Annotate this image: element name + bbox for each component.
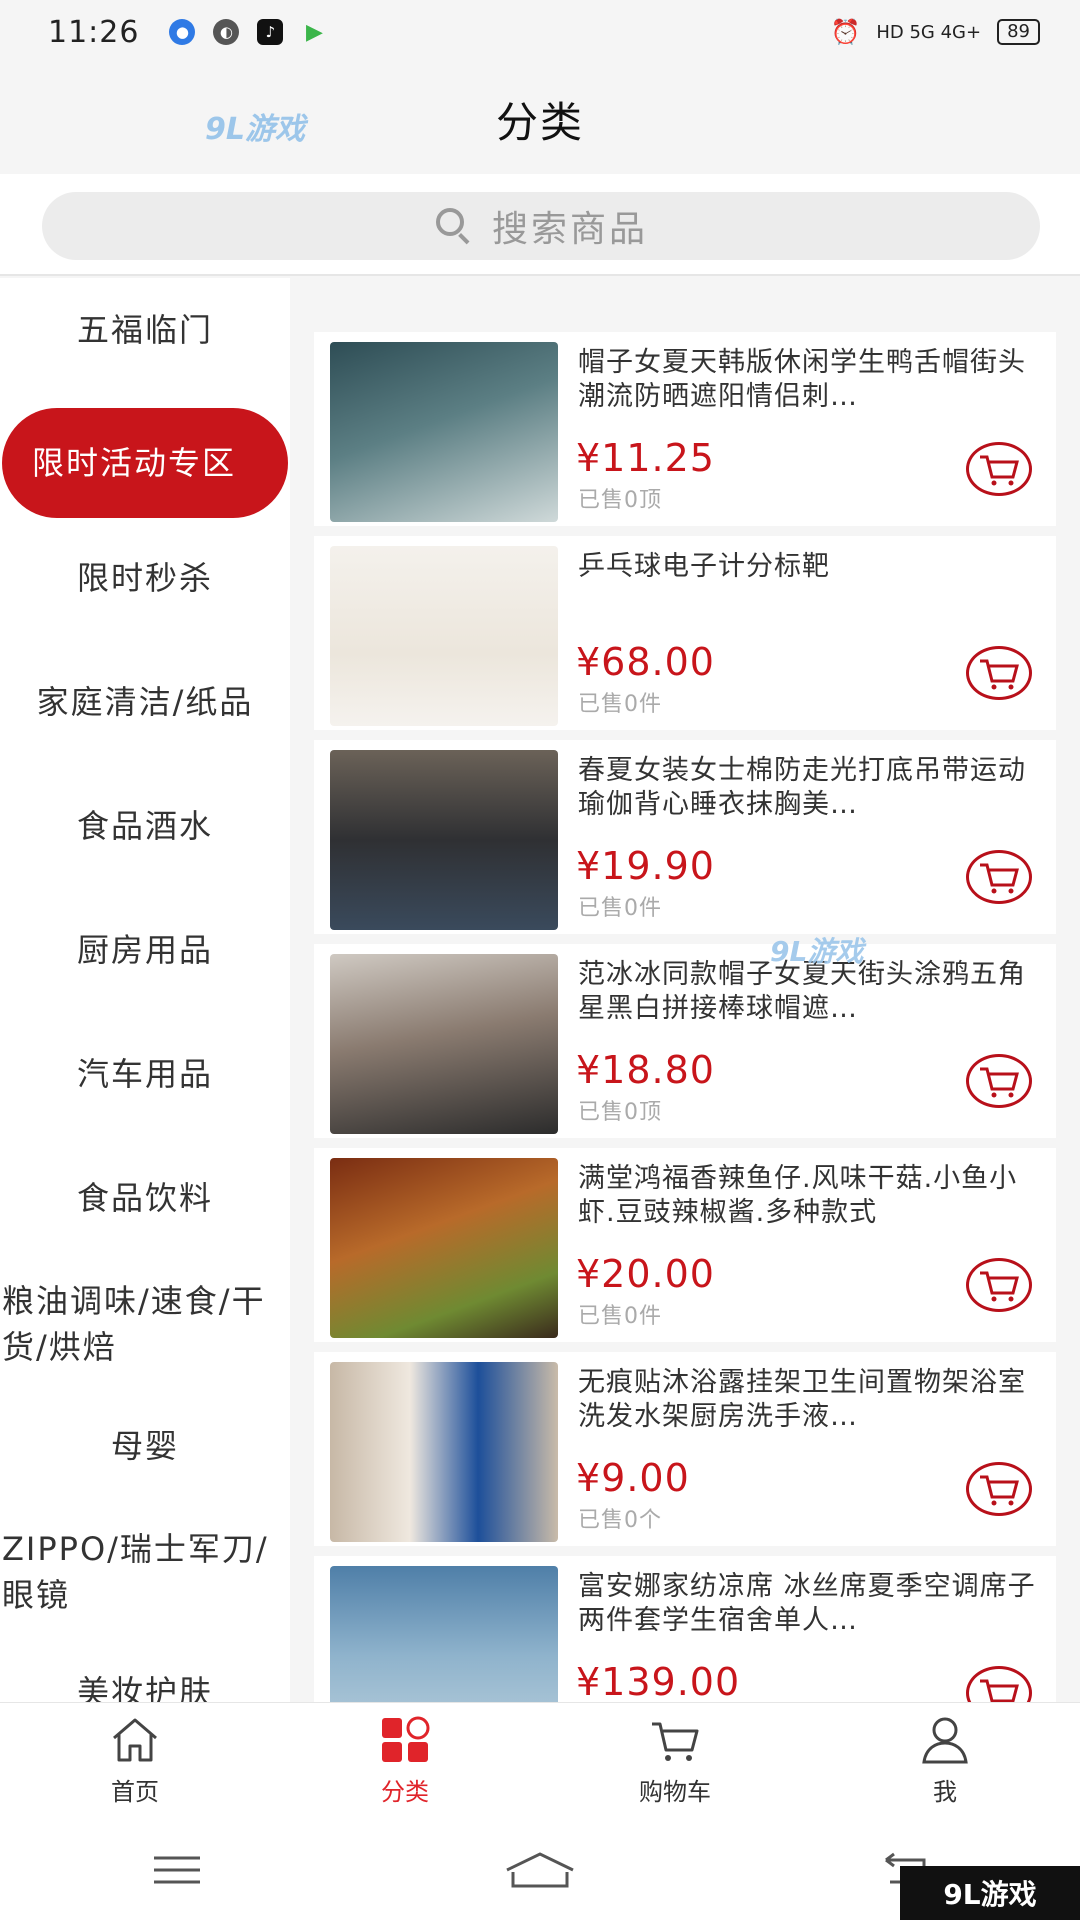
- product-title: 帽子女夏天韩版休闲学生鸭舌帽街头潮流防晒遮阳情侣刺…: [578, 347, 1026, 412]
- product-title: 乒乓球电子计分标靶: [578, 551, 830, 582]
- page-title: 分类: [495, 97, 584, 147]
- product-image: [330, 1362, 558, 1542]
- add-to-cart-button[interactable]: [966, 1666, 1032, 1702]
- tab-label: 购物车: [639, 1778, 711, 1806]
- search-icon: [434, 206, 474, 246]
- add-to-cart-button[interactable]: [966, 1462, 1032, 1516]
- app-icon: ◐: [213, 19, 240, 45]
- alarm-icon: ⏰: [830, 18, 861, 46]
- category-item[interactable]: 母婴: [0, 1416, 290, 1476]
- category-item[interactable]: 限时秒杀: [0, 548, 290, 608]
- page-header: 9L游戏 分类: [0, 64, 1080, 174]
- play-icon: ▶: [306, 19, 323, 45]
- add-to-cart-button[interactable]: [966, 646, 1032, 700]
- menu-icon[interactable]: [150, 1850, 204, 1890]
- product-price: ¥20.00: [576, 1252, 715, 1296]
- product-price: ¥11.25: [576, 436, 715, 480]
- add-to-cart-button[interactable]: [966, 1258, 1032, 1312]
- cart-icon: [980, 1679, 1019, 1702]
- notification-icons: ● ◐ ♪ ▶: [169, 19, 327, 45]
- product-title: 春夏女装女士棉防走光打底吊带运动瑜伽背心睡衣抹胸美…: [578, 755, 1026, 820]
- product-sold: 已售0件: [578, 692, 662, 717]
- add-to-cart-button[interactable]: [966, 850, 1032, 904]
- search-input[interactable]: 搜索商品: [42, 192, 1040, 260]
- battery-icon: 89: [997, 19, 1040, 45]
- product-title: 满堂鸿福香辣鱼仔.风味干菇.小鱼小虾.豆豉辣椒酱.多种款式: [578, 1163, 1018, 1228]
- cart-icon: [980, 1067, 1019, 1098]
- tab-category[interactable]: 分类: [270, 1703, 540, 1820]
- status-bar: 11:26 ● ◐ ♪ ▶ ⏰ HD 5G 4G+ 89: [0, 0, 1080, 64]
- bottom-tab-bar: 首页 分类 购物车 我: [0, 1702, 1080, 1820]
- status-right: ⏰ HD 5G 4G+ 89: [830, 18, 1040, 46]
- product-card[interactable]: 富安娜家纺凉席 冰丝席夏季空调席子两件套学生宿舍单人… ¥139.00: [314, 1556, 1056, 1702]
- product-card[interactable]: 满堂鸿福香辣鱼仔.风味干菇.小鱼小虾.豆豉辣椒酱.多种款式 ¥20.00 已售0…: [314, 1148, 1056, 1342]
- product-title: 富安娜家纺凉席 冰丝席夏季空调席子两件套学生宿舍单人…: [578, 1571, 1036, 1636]
- product-price: ¥139.00: [576, 1660, 741, 1702]
- product-card[interactable]: 春夏女装女士棉防走光打底吊带运动瑜伽背心睡衣抹胸美… ¥19.90 已售0件: [314, 740, 1056, 934]
- product-sold: 已售0件: [578, 896, 662, 921]
- product-sold: 已售0件: [578, 1304, 662, 1329]
- product-image: [330, 546, 558, 726]
- product-sold: 已售0个: [578, 1508, 662, 1533]
- search-placeholder: 搜索商品: [491, 209, 648, 250]
- home-icon: [113, 1718, 157, 1762]
- product-image: [330, 342, 558, 522]
- home-nav-icon[interactable]: [503, 1848, 577, 1892]
- product-card[interactable]: 范冰冰同款帽子女夏天街头涂鸦五角星黑白拼接棒球帽遮… ¥18.80 已售0顶: [314, 944, 1056, 1138]
- category-icon: [382, 1716, 430, 1762]
- product-image: [330, 1158, 558, 1338]
- category-item[interactable]: 汽车用品: [0, 1044, 290, 1104]
- category-sidebar: 五福临门 限时活动专区 限时秒杀 家庭清洁/纸品 食品酒水 厨房用品 汽车用品 …: [0, 278, 290, 1702]
- cart-icon: [652, 1722, 699, 1761]
- add-to-cart-button[interactable]: [966, 1054, 1032, 1108]
- tab-me[interactable]: 我: [810, 1703, 1080, 1820]
- network-indicator: HD 5G 4G+: [876, 21, 982, 43]
- product-list: 帽子女夏天韩版休闲学生鸭舌帽街头潮流防晒遮阳情侣刺… ¥11.25 已售0顶 乒…: [290, 278, 1080, 1702]
- product-image: [330, 954, 558, 1134]
- cart-icon: [980, 1475, 1019, 1506]
- cart-icon: [980, 455, 1019, 486]
- product-card[interactable]: 乒乓球电子计分标靶 ¥68.00 已售0件: [314, 536, 1056, 730]
- category-item[interactable]: ZIPPO/瑞士军刀/眼镜: [0, 1524, 290, 1620]
- category-item[interactable]: 美妆护肤: [0, 1662, 290, 1702]
- category-item[interactable]: 厨房用品: [0, 920, 290, 980]
- product-title: 无痕贴沐浴露挂架卫生间置物架浴室洗发水架厨房洗手液…: [578, 1367, 1026, 1432]
- product-sold: 已售0顶: [578, 1100, 662, 1125]
- product-price: ¥19.90: [576, 844, 715, 888]
- tiktok-icon: ♪: [257, 19, 284, 45]
- tab-home[interactable]: 首页: [0, 1703, 270, 1820]
- category-item[interactable]: 五福临门: [0, 300, 290, 360]
- logo: 9L游戏: [205, 112, 305, 147]
- cart-icon: [980, 659, 1019, 690]
- product-price: ¥9.00: [576, 1456, 690, 1500]
- category-item[interactable]: 粮油调味/速食/干货/烘焙: [0, 1276, 290, 1372]
- product-price: ¥18.80: [576, 1048, 715, 1092]
- product-sold: 已售0顶: [578, 488, 662, 513]
- search-bar: 搜索商品: [0, 174, 1080, 276]
- category-item[interactable]: 家庭清洁/纸品: [0, 672, 290, 732]
- cart-icon: [980, 1271, 1019, 1302]
- product-image: [330, 1566, 558, 1702]
- tab-cart[interactable]: 购物车: [540, 1703, 810, 1820]
- watermark-logo: 9L游戏: [900, 1866, 1080, 1920]
- product-card[interactable]: 无痕贴沐浴露挂架卫生间置物架浴室洗发水架厨房洗手液… ¥9.00 已售0个: [314, 1352, 1056, 1546]
- tab-label: 分类: [381, 1778, 429, 1806]
- category-item[interactable]: 食品饮料: [0, 1168, 290, 1228]
- add-to-cart-button[interactable]: [966, 442, 1032, 496]
- category-item-active[interactable]: 限时活动专区: [2, 408, 288, 518]
- baidu-icon: ●: [169, 19, 196, 45]
- cart-icon: [980, 863, 1019, 894]
- tab-label: 我: [933, 1778, 957, 1806]
- product-image: [330, 750, 558, 930]
- product-card[interactable]: 帽子女夏天韩版休闲学生鸭舌帽街头潮流防晒遮阳情侣刺… ¥11.25 已售0顶: [314, 332, 1056, 526]
- product-price: ¥68.00: [576, 640, 715, 684]
- category-item[interactable]: 食品酒水: [0, 796, 290, 856]
- watermark: 9L游戏: [770, 935, 864, 968]
- tab-label: 首页: [111, 1778, 159, 1806]
- user-icon: [922, 1717, 968, 1764]
- status-time: 11:26: [48, 14, 140, 50]
